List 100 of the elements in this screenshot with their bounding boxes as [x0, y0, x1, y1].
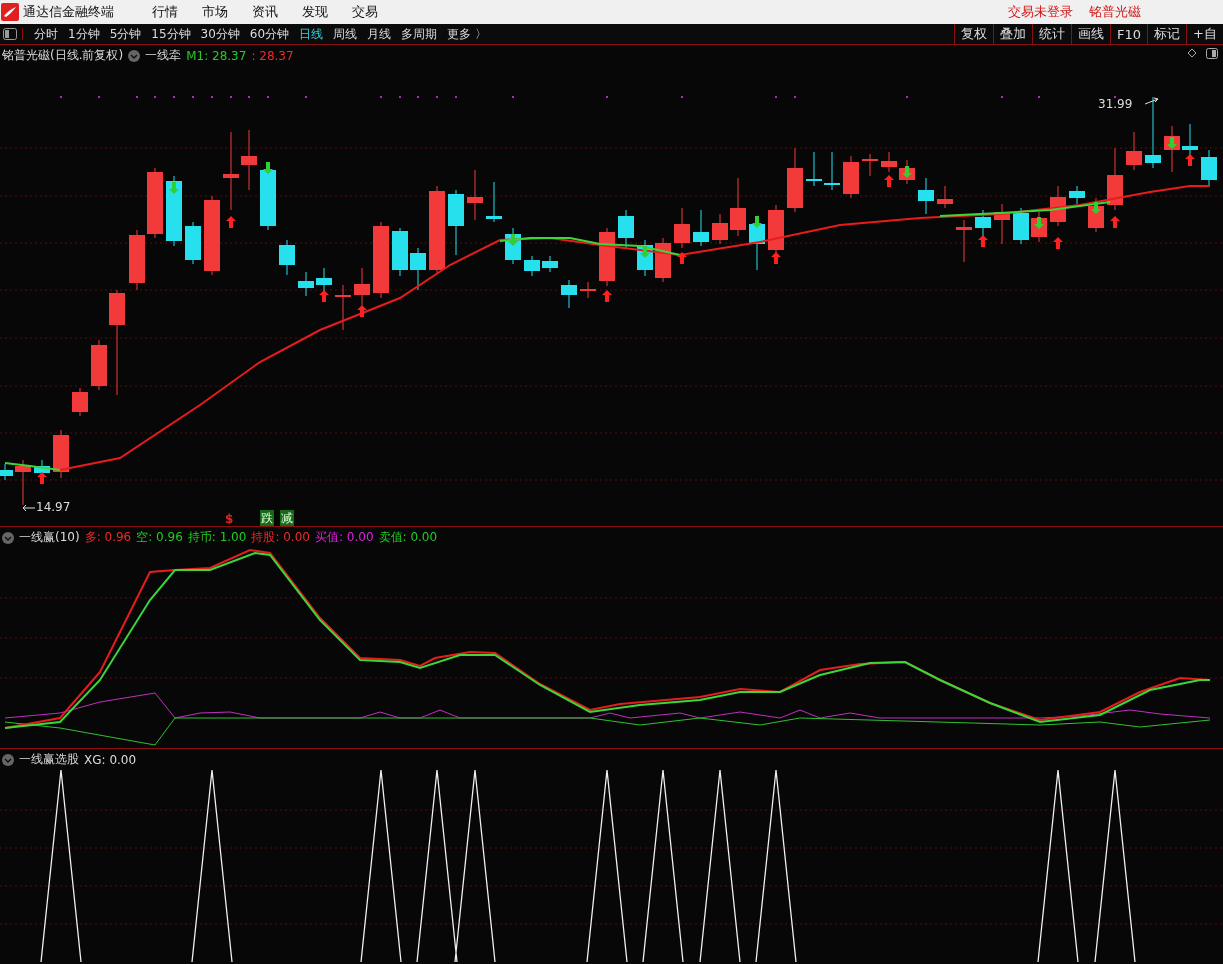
menu-item[interactable]: 资讯 — [252, 3, 278, 21]
candlestick — [1126, 131, 1142, 171]
indicator-readout: 空: 0.96 — [136, 529, 183, 546]
candlestick — [1182, 123, 1198, 157]
candlestick — [1088, 197, 1104, 233]
up-arrow-icon — [37, 472, 47, 484]
up-arrow-icon — [357, 305, 367, 317]
app-logo-icon — [1, 3, 19, 21]
candlestick — [53, 429, 69, 479]
period-tab[interactable]: 30分钟 — [200, 25, 240, 43]
candlestick — [185, 221, 201, 265]
up-arrow-icon — [978, 235, 988, 247]
candlestick — [392, 227, 408, 277]
candlestick — [862, 153, 878, 177]
candlestick — [1201, 149, 1217, 187]
candlestick — [354, 267, 370, 306]
diamond-icon[interactable] — [1187, 48, 1197, 58]
indicator-name: 一线牵 — [145, 47, 182, 64]
indicator-readout: 买值: 0.00 — [314, 529, 374, 546]
candlestick — [1069, 185, 1085, 205]
candlestick — [147, 167, 163, 239]
candlestick — [298, 271, 314, 297]
candlestick — [561, 279, 577, 309]
up-arrow-icon — [677, 252, 687, 264]
trade-status-link[interactable]: 交易未登录 — [1008, 3, 1073, 21]
down-arrow-icon — [752, 216, 762, 228]
candlestick — [693, 209, 709, 247]
period-tab[interactable]: 15分钟 — [151, 25, 191, 43]
menu-item[interactable]: 市场 — [202, 3, 228, 21]
menu-item[interactable]: 交易 — [352, 3, 378, 21]
down-arrow-icon — [1091, 202, 1101, 214]
candlestick — [599, 227, 615, 287]
candlestick — [956, 219, 972, 263]
candlestick — [486, 181, 502, 223]
menu-item[interactable]: 行情 — [152, 3, 178, 21]
signal-mark: $ — [225, 512, 234, 526]
candlestick — [1107, 147, 1123, 211]
indicator-readout: 多: 0.96 — [84, 529, 132, 546]
up-arrow-icon — [884, 175, 894, 187]
candlestick — [975, 209, 991, 237]
candlestick — [618, 209, 634, 249]
period-tab[interactable]: 60分钟 — [249, 25, 290, 43]
up-arrow-icon — [1110, 216, 1120, 228]
candlestick — [316, 267, 332, 293]
app-title: 通达信金融终端 — [23, 3, 114, 21]
panel-layout-icon[interactable] — [1206, 48, 1218, 59]
down-arrow-icon — [1167, 137, 1177, 149]
up-arrow-icon — [319, 290, 329, 302]
low-price-label: 14.97 — [36, 500, 71, 514]
collapse-icon[interactable] — [128, 49, 141, 62]
up-arrow-icon — [226, 216, 236, 228]
indicator-name: 一线赢选股 — [19, 751, 79, 768]
candlestick — [674, 207, 690, 249]
collapse-icon[interactable] — [2, 531, 14, 544]
candlestick — [542, 255, 558, 273]
candlestick — [15, 459, 31, 506]
candlestick — [448, 189, 464, 256]
down-arrow-icon — [640, 246, 650, 258]
candlestick — [335, 284, 351, 331]
indicator-readout: : 28.37 — [251, 48, 294, 63]
stock-chart-title: 铭普光磁(日线.前复权) — [2, 47, 124, 64]
period-tab[interactable]: 1分钟 — [68, 25, 100, 43]
more-menu[interactable]: 更多 〉 — [447, 25, 487, 43]
candlestick — [279, 239, 295, 276]
down-arrow-icon — [169, 182, 179, 194]
up-arrow-icon — [602, 290, 612, 302]
period-tab[interactable]: 日线 — [299, 25, 324, 43]
indicator-readout: 卖值: 0.00 — [378, 529, 438, 546]
candlestick — [467, 169, 483, 221]
period-tab[interactable]: 分时 — [34, 25, 58, 43]
indicator-readout: M1: 28.37 — [186, 48, 247, 63]
candlestick — [712, 213, 728, 245]
period-tab[interactable]: 多周期 — [401, 25, 438, 43]
down-arrow-icon — [1034, 217, 1044, 229]
candlestick — [241, 129, 257, 191]
candlestick — [91, 339, 107, 391]
indicator-readout: 持股: 0.00 — [251, 529, 310, 546]
candlestick — [881, 151, 897, 173]
candlestick — [410, 247, 426, 291]
candlestick — [0, 463, 13, 481]
candlestick — [937, 185, 953, 209]
candlestick — [824, 151, 840, 191]
candlestick — [787, 147, 803, 213]
candlestick — [166, 175, 182, 247]
up-arrow-icon — [771, 252, 781, 264]
period-tab[interactable]: 5分钟 — [109, 25, 142, 43]
candlestick — [524, 255, 540, 277]
high-price-label: 31.99 — [1098, 97, 1133, 111]
menu-item[interactable]: 发现 — [302, 3, 328, 21]
candlestick — [843, 155, 859, 199]
down-arrow-icon — [508, 234, 518, 246]
trend-line-segment — [4, 462, 61, 471]
sidebar-toggle-icon[interactable] — [3, 28, 23, 40]
collapse-icon[interactable] — [2, 753, 14, 766]
period-tab[interactable]: 月线 — [367, 25, 392, 43]
indicator-name: 一线赢(10) — [19, 529, 80, 546]
period-tab[interactable]: 周线 — [333, 25, 358, 43]
up-arrow-icon — [1053, 237, 1063, 249]
indicator-readout: 持币: 1.00 — [187, 529, 247, 546]
candlestick — [1013, 207, 1029, 245]
